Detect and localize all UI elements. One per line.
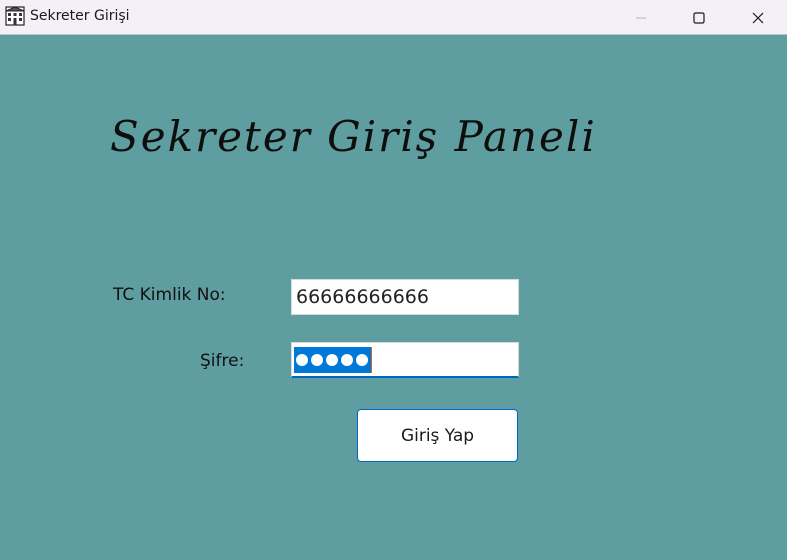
maximize-icon: [693, 11, 705, 24]
login-button-label: Giriş Yap: [400, 425, 475, 446]
title-bar: Sekreter Girişi: [0, 0, 787, 35]
password-dot: [326, 354, 338, 366]
login-button[interactable]: Giriş Yap: [357, 409, 518, 462]
password-dot: [356, 354, 368, 366]
building-icon: [5, 6, 25, 26]
password-dot: [296, 354, 308, 366]
close-button[interactable]: [729, 0, 787, 35]
tc-label: TC Kimlik No:: [113, 285, 226, 305]
password-masked-value: [294, 347, 372, 373]
tc-input[interactable]: 66666666666: [291, 279, 519, 315]
password-label: Şifre:: [200, 351, 245, 371]
window-title: Sekreter Girişi: [30, 8, 130, 24]
tc-input-value: 66666666666: [296, 286, 429, 308]
password-dot: [311, 354, 323, 366]
maximize-button[interactable]: [670, 0, 728, 35]
panel-heading: Sekreter Giriş Paneli: [110, 112, 597, 161]
close-icon: [752, 12, 764, 24]
password-dot: [341, 354, 353, 366]
minimize-button[interactable]: [612, 0, 670, 35]
password-input[interactable]: [291, 342, 519, 378]
minimize-icon: [635, 12, 647, 24]
